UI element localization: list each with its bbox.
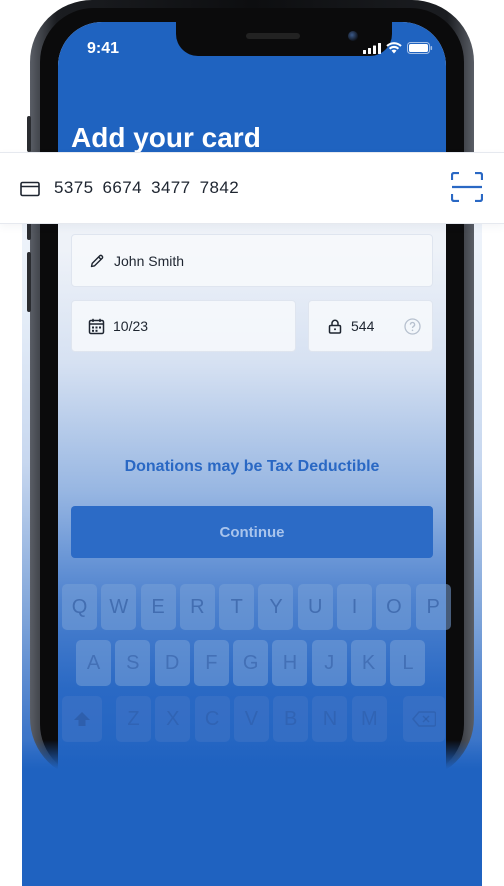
phone-notch	[176, 22, 392, 56]
key-h[interactable]: H	[272, 640, 308, 686]
keyboard-row-1: Q W E R T Y U I O P	[62, 584, 455, 630]
expiry-date-value: 10/23	[113, 318, 149, 334]
key-r[interactable]: R	[179, 584, 215, 630]
key-q[interactable]: Q	[62, 584, 97, 630]
key-k[interactable]: K	[351, 640, 387, 686]
page-title: Add your card	[71, 122, 261, 153]
delete-key[interactable]	[403, 696, 445, 742]
scan-card-icon[interactable]	[451, 172, 483, 202]
key-l[interactable]: L	[390, 640, 426, 686]
key-s[interactable]: S	[115, 640, 151, 686]
wifi-icon	[386, 42, 402, 54]
calendar-icon	[88, 318, 105, 334]
key-a[interactable]: A	[76, 640, 111, 686]
backspace-icon	[412, 711, 436, 727]
key-j[interactable]: J	[311, 640, 347, 686]
cvv-field[interactable]: 544	[308, 300, 433, 352]
key-e[interactable]: E	[140, 584, 176, 630]
shift-arrow-icon	[74, 712, 90, 726]
card-number-field[interactable]: 5375 6674 3477 7842	[0, 152, 504, 224]
card-number-value: 5375 6674 3477 7842	[54, 178, 240, 197]
keyboard-row-3: Z X C V B N M	[116, 696, 391, 742]
keyboard-row-2: A S D F G H J K L	[76, 640, 430, 686]
lock-icon	[328, 319, 342, 334]
continue-button[interactable]: Continue	[71, 506, 433, 558]
help-icon[interactable]	[404, 318, 421, 335]
key-u[interactable]: U	[297, 584, 333, 630]
key-g[interactable]: G	[233, 640, 269, 686]
key-m[interactable]: M	[351, 696, 387, 742]
key-d[interactable]: D	[154, 640, 190, 686]
expiry-date-field[interactable]: 10/23	[71, 300, 296, 352]
bottom-fade-overlay	[22, 740, 482, 886]
tax-deductible-note: Donations may be Tax Deductible	[124, 458, 380, 475]
pencil-icon	[90, 254, 104, 267]
key-y[interactable]: Y	[258, 584, 294, 630]
key-x[interactable]: X	[155, 696, 191, 742]
key-c[interactable]: C	[194, 696, 230, 742]
cardholder-name-value: John Smith	[114, 252, 185, 269]
phone-side-button	[27, 116, 31, 152]
key-f[interactable]: F	[193, 640, 229, 686]
phone-volume-down-button	[27, 252, 31, 312]
speaker-grille	[246, 33, 300, 39]
signal-icon	[363, 42, 381, 54]
status-icons	[363, 42, 433, 54]
status-time: 9:41	[87, 40, 120, 57]
shift-key[interactable]	[62, 696, 102, 742]
key-n[interactable]: N	[312, 696, 348, 742]
front-camera	[348, 31, 358, 41]
cvv-value: 544	[351, 318, 375, 334]
credit-card-icon	[20, 181, 40, 197]
key-p[interactable]: P	[415, 584, 451, 630]
key-v[interactable]: V	[233, 696, 269, 742]
key-z[interactable]: Z	[116, 696, 151, 742]
cardholder-name-field[interactable]: John Smith	[71, 234, 433, 287]
key-w[interactable]: W	[101, 584, 137, 630]
key-t[interactable]: T	[219, 584, 255, 630]
battery-icon	[407, 42, 433, 54]
key-o[interactable]: O	[376, 584, 412, 630]
key-i[interactable]: I	[337, 584, 373, 630]
key-b[interactable]: B	[273, 696, 309, 742]
